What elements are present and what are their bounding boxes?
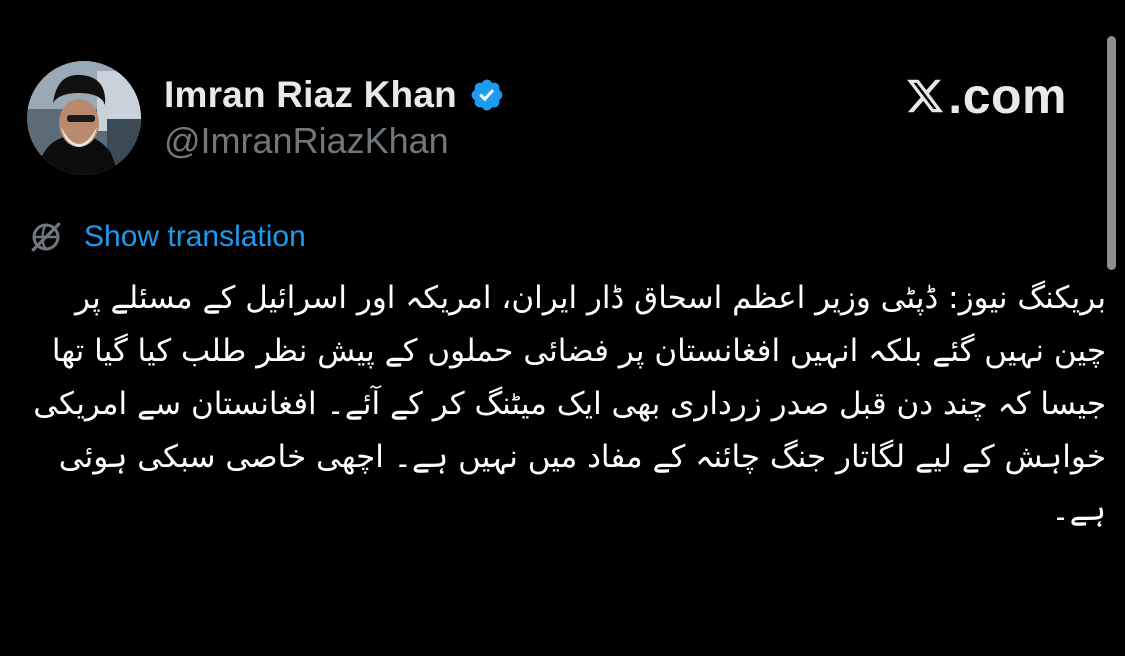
author-name-row: Imran Riaz Khan bbox=[164, 72, 505, 118]
avatar[interactable] bbox=[27, 61, 141, 175]
tweet-text: بریکنگ نیوز: ڈپٹی وزیر اعظم اسحاق ڈار ای… bbox=[33, 280, 1106, 528]
author-handle[interactable]: @ImranRiazKhan bbox=[164, 120, 449, 162]
brand-watermark: .com bbox=[904, 66, 1067, 126]
translation-row: Show translation bbox=[28, 216, 306, 258]
scrollbar[interactable] bbox=[1107, 36, 1116, 270]
author-display-name[interactable]: Imran Riaz Khan bbox=[164, 74, 457, 116]
globe-off-icon bbox=[31, 222, 61, 252]
brand-domain-text: .com bbox=[948, 68, 1067, 124]
verified-badge-icon bbox=[471, 79, 503, 111]
avatar-image bbox=[27, 61, 141, 175]
show-translation-link[interactable]: Show translation bbox=[84, 220, 306, 254]
x-logo-icon bbox=[907, 79, 944, 113]
